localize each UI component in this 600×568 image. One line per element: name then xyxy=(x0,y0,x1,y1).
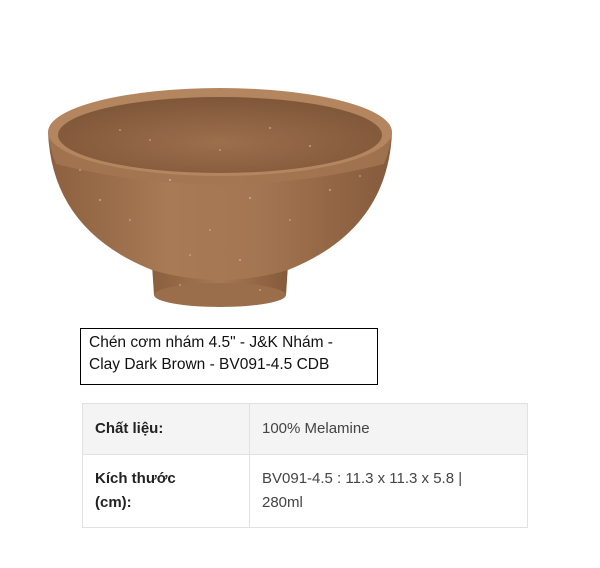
spec-label-text: Chất liệu: xyxy=(95,420,164,437)
spec-value-material: 100% Melamine xyxy=(249,403,528,455)
product-photo-bowl xyxy=(48,88,392,307)
product-caption: Chén cơm nhám 4.5" - J&K Nhám - Clay Dar… xyxy=(80,328,378,385)
spec-value-size: BV091-4.5 : 11.3 x 11.3 x 5.8 | 280ml xyxy=(249,454,528,528)
spec-value-text: 100% Melamine xyxy=(262,420,370,437)
spec-label-text: Kích thước xyxy=(95,470,176,487)
caption-line-2: Clay Dark Brown - BV091-4.5 CDB xyxy=(89,356,330,373)
spec-value-text: 280ml xyxy=(262,494,303,511)
caption-line-1: Chén cơm nhám 4.5" - J&K Nhám - xyxy=(89,334,333,351)
spec-label-material: Chất liệu: xyxy=(82,403,250,455)
table-row: Kích thước (cm): BV091-4.5 : 11.3 x 11.3… xyxy=(82,454,528,528)
spec-value-text: BV091-4.5 : 11.3 x 11.3 x 5.8 | xyxy=(262,470,463,487)
table-row: Chất liệu: 100% Melamine xyxy=(82,403,528,455)
spec-label-text: (cm): xyxy=(95,494,132,511)
spec-table: Chất liệu: 100% Melamine Kích thước (cm)… xyxy=(82,403,528,528)
spec-label-size: Kích thước (cm): xyxy=(82,454,250,528)
